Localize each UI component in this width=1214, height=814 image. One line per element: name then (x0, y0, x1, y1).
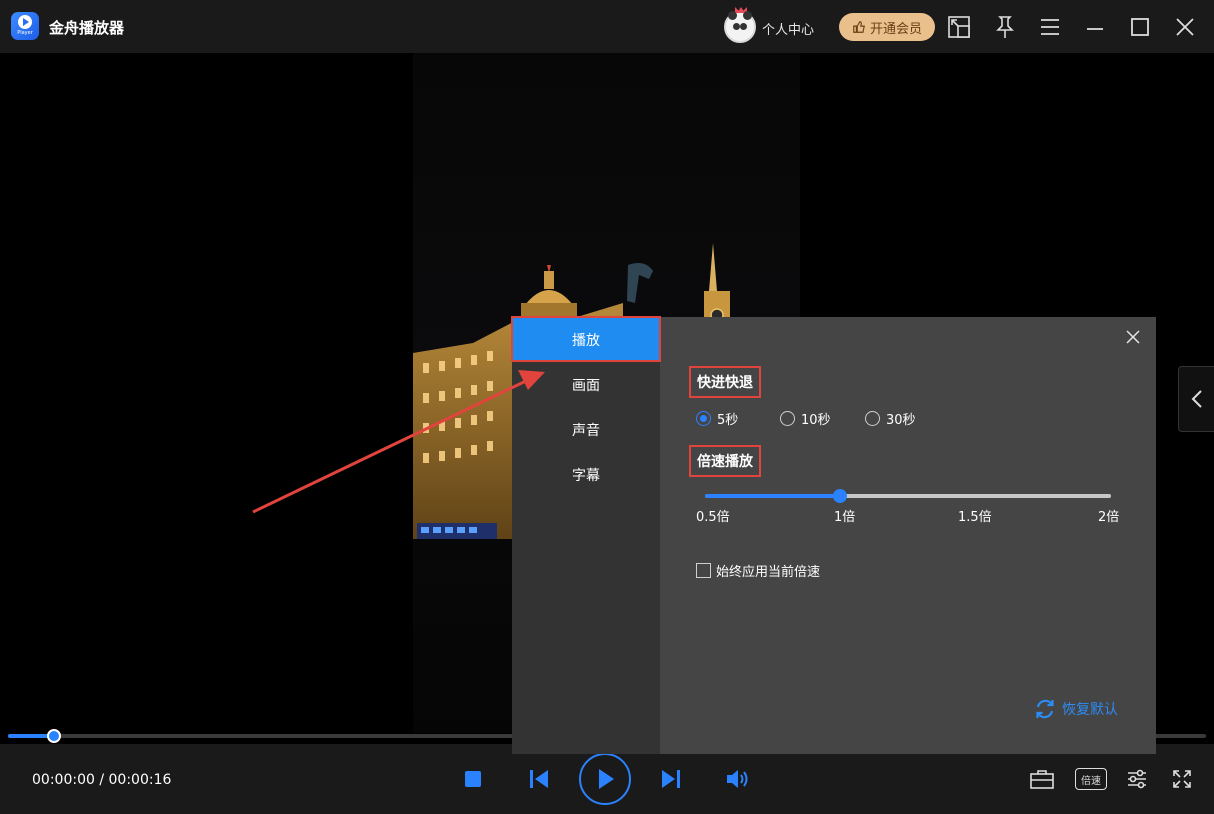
seek-option-30s[interactable]: 30秒 (865, 409, 916, 428)
app-title: 金舟播放器 (49, 19, 125, 37)
tab-subtitle-label: 字幕 (572, 467, 600, 484)
seek-option-5s-label: 5秒 (717, 413, 739, 428)
fullscreen-icon (1173, 770, 1191, 788)
stop-button[interactable] (462, 768, 484, 790)
time-separator: / (94, 772, 109, 788)
maximize-icon[interactable] (1127, 14, 1153, 40)
play-icon (599, 769, 614, 789)
settings-close-button[interactable] (1126, 329, 1144, 347)
close-icon (1126, 330, 1140, 344)
user-avatar[interactable] (724, 7, 756, 43)
tab-picture[interactable]: 画面 (512, 362, 660, 407)
user-center-link[interactable]: 个人中心 (762, 19, 814, 38)
fullscreen-button[interactable] (1170, 767, 1194, 791)
thumbs-up-icon (853, 21, 865, 33)
seek-option-30s-label: 30秒 (886, 413, 916, 428)
previous-button[interactable] (527, 767, 551, 791)
time-display: 00:00:00 / 00:00:16 (32, 772, 171, 788)
radio-dot (696, 411, 711, 426)
skip-forward-icon (662, 770, 680, 788)
speed-slider-fill (705, 494, 841, 498)
tab-audio-label: 声音 (572, 422, 600, 439)
always-apply-speed-checkbox[interactable]: 始终应用当前倍速 (696, 561, 820, 580)
tab-playback[interactable]: 播放 (512, 317, 660, 362)
settings-panel: 播放 画面 声音 字幕 快进快退 5秒 10秒 30秒 倍速播放 0.5倍 1倍… (511, 316, 1156, 754)
mini-mode-icon[interactable] (946, 14, 972, 40)
title-bar: Player 金舟播放器 个人中心 开通会员 (0, 0, 1214, 53)
speed-button[interactable]: 倍速 (1075, 768, 1107, 790)
speed-tick-0-5: 0.5倍 (696, 510, 730, 525)
speed-tick-1-5: 1.5倍 (958, 510, 992, 525)
side-panel-toggle[interactable] (1178, 366, 1214, 432)
seek-option-5s[interactable]: 5秒 (696, 409, 738, 428)
speed-tick-2: 2倍 (1098, 510, 1120, 525)
radio-dot (865, 411, 880, 426)
minimize-icon[interactable] (1082, 14, 1108, 40)
time-current: 00:00:00 (32, 772, 95, 788)
menu-icon[interactable] (1037, 14, 1063, 40)
vip-button[interactable]: 开通会员 (839, 13, 935, 41)
control-bar: 00:00:00 / 00:00:16 倍速 (0, 744, 1214, 814)
app-logo-text: Player (17, 29, 33, 36)
stop-icon (465, 771, 481, 787)
play-button[interactable] (579, 753, 631, 805)
seek-section-title: 快进快退 (689, 366, 761, 398)
volume-icon (727, 770, 748, 788)
tab-subtitle[interactable]: 字幕 (512, 452, 660, 497)
progress-handle[interactable] (46, 729, 61, 743)
settings-button[interactable] (1125, 767, 1149, 791)
time-total: 00:00:16 (108, 772, 172, 788)
reset-default-label: 恢复默认 (1062, 702, 1118, 718)
checkbox-box (696, 563, 711, 578)
speed-tick-1: 1倍 (834, 510, 856, 525)
tab-playback-label: 播放 (572, 332, 600, 349)
close-window-icon[interactable] (1172, 14, 1198, 40)
refresh-icon (1036, 699, 1054, 719)
radio-dot (780, 411, 795, 426)
skip-back-icon (530, 770, 548, 788)
tab-audio[interactable]: 声音 (512, 407, 660, 452)
app-logo-icon: Player (11, 12, 39, 40)
settings-nav: 播放 画面 声音 字幕 (511, 316, 661, 754)
always-apply-speed-label: 始终应用当前倍速 (716, 565, 821, 580)
speed-section-title: 倍速播放 (689, 445, 761, 477)
next-button[interactable] (659, 767, 683, 791)
pin-icon[interactable] (992, 14, 1018, 40)
chevron-left-icon (1191, 390, 1202, 408)
tab-picture-label: 画面 (572, 377, 600, 394)
vip-button-label: 开通会员 (869, 21, 922, 37)
reset-default-button[interactable]: 恢复默认 (1034, 698, 1118, 720)
toolbox-button[interactable] (1028, 766, 1056, 792)
speed-slider-handle[interactable] (833, 489, 848, 503)
seek-option-10s-label: 10秒 (801, 413, 831, 428)
toolbox-icon (1030, 770, 1054, 789)
seek-option-10s[interactable]: 10秒 (780, 409, 831, 428)
speed-slider[interactable] (705, 489, 1111, 503)
volume-button[interactable] (724, 767, 750, 791)
sliders-icon (1128, 769, 1146, 789)
speed-button-label: 倍速 (1081, 775, 1101, 787)
